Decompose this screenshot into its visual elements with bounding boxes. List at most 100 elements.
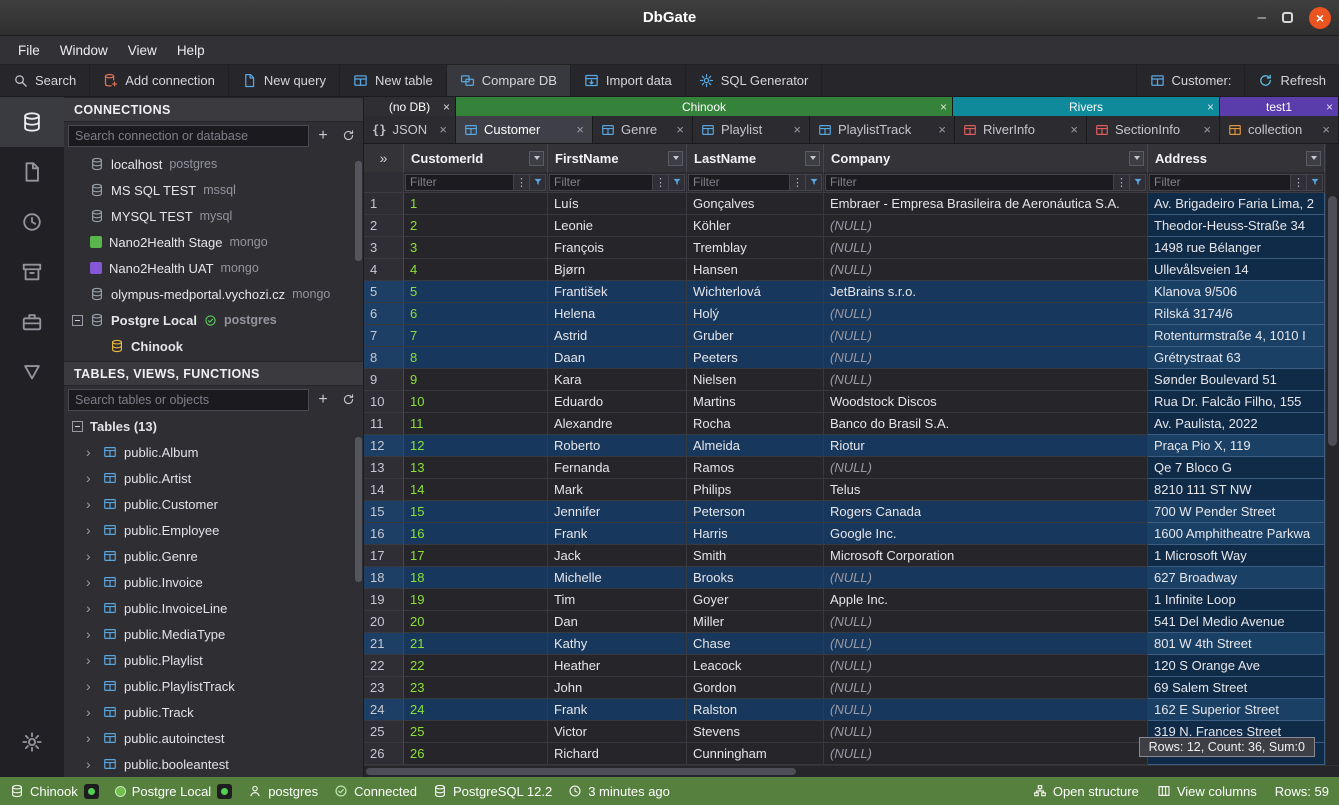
cell-customerid[interactable]: 7 (404, 325, 548, 347)
activity-history-icon[interactable] (0, 197, 64, 247)
menu-window[interactable]: Window (50, 40, 118, 61)
cell-customerid[interactable]: 17 (404, 545, 548, 567)
table-row[interactable]: 2323JohnGordon(NULL)69 Salem Street (364, 677, 1325, 699)
status-postgresql-12-2[interactable]: PostgreSQL 12.2 (433, 784, 552, 799)
cell-firstname[interactable]: Fernanda (548, 457, 687, 479)
cell-company[interactable]: (NULL) (824, 259, 1148, 281)
maximize-button[interactable] (1282, 12, 1293, 23)
toolbar-new-table-button[interactable]: New table (340, 65, 447, 96)
cell-firstname[interactable]: Jennifer (548, 501, 687, 523)
table-row[interactable]: 33FrançoisTremblay(NULL)1498 rue Bélange… (364, 237, 1325, 259)
cell-address[interactable]: Grétrystraat 63 (1148, 347, 1325, 369)
close-icon[interactable]: × (672, 122, 684, 137)
activity-archive-icon[interactable] (0, 247, 64, 297)
row-number[interactable]: 12 (364, 435, 404, 457)
tab-customer[interactable]: Customer× (456, 116, 593, 143)
cell-lastname[interactable]: Peterson (687, 501, 824, 523)
tables-scrollbar[interactable] (355, 437, 362, 582)
activity-gear-icon[interactable] (0, 717, 64, 767)
table-item-public-customer[interactable]: ›public.Customer (64, 491, 363, 517)
row-number[interactable]: 8 (364, 347, 404, 369)
cell-company[interactable]: (NULL) (824, 743, 1148, 765)
activity-database-icon[interactable] (0, 97, 64, 147)
row-number[interactable]: 23 (364, 677, 404, 699)
cell-firstname[interactable]: François (548, 237, 687, 259)
cell-address[interactable]: Qe 7 Bloco G (1148, 457, 1325, 479)
cell-company[interactable]: (NULL) (824, 237, 1148, 259)
row-number[interactable]: 26 (364, 743, 404, 765)
toolbar-search-button[interactable]: Search (0, 65, 90, 96)
connection-item-olympus-medportal-vychozi-cz[interactable]: olympus-medportal.vychozi.czmongo (64, 281, 363, 307)
table-row[interactable]: 66HelenaHolý(NULL)Rilská 3174/6 (364, 303, 1325, 325)
table-row[interactable]: 44BjørnHansen(NULL)Ullevålsveien 14 (364, 259, 1325, 281)
close-button[interactable]: × (1309, 7, 1331, 29)
row-number[interactable]: 10 (364, 391, 404, 413)
column-header-lastname[interactable]: LastName (687, 144, 824, 172)
cell-address[interactable]: 700 W Pender Street (1148, 501, 1325, 523)
menu-view[interactable]: View (118, 40, 167, 61)
table-item-public-playlisttrack[interactable]: ›public.PlaylistTrack (64, 673, 363, 699)
cell-firstname[interactable]: Eduardo (548, 391, 687, 413)
chevron-right-icon[interactable]: › (86, 444, 96, 460)
cell-company[interactable]: Microsoft Corporation (824, 545, 1148, 567)
cell-company[interactable]: Telus (824, 479, 1148, 501)
cell-firstname[interactable]: Victor (548, 721, 687, 743)
table-row[interactable]: 99KaraNielsen(NULL)Sønder Boulevard 51 (364, 369, 1325, 391)
cell-company[interactable]: (NULL) (824, 721, 1148, 743)
cell-customerid[interactable]: 2 (404, 215, 548, 237)
row-number[interactable]: 7 (364, 325, 404, 347)
cell-customerid[interactable]: 26 (404, 743, 548, 765)
close-icon[interactable]: × (789, 122, 801, 137)
filter-funnel-icon[interactable] (806, 174, 822, 191)
cell-company[interactable]: (NULL) (824, 655, 1148, 677)
table-row[interactable]: 1414MarkPhilipsTelus8210 111 ST NW (364, 479, 1325, 501)
cell-address[interactable]: Ullevålsveien 14 (1148, 259, 1325, 281)
cell-company[interactable]: (NULL) (824, 633, 1148, 655)
toolbar-add-connection-button[interactable]: Add connection (90, 65, 229, 96)
cell-lastname[interactable]: Köhler (687, 215, 824, 237)
cell-company[interactable]: (NULL) (824, 699, 1148, 721)
cell-firstname[interactable]: John (548, 677, 687, 699)
cell-lastname[interactable]: Holý (687, 303, 824, 325)
cell-customerid[interactable]: 19 (404, 589, 548, 611)
status-rows-59[interactable]: Rows: 59 (1275, 784, 1329, 799)
column-header-customerid[interactable]: CustomerId (404, 144, 548, 172)
cell-company[interactable]: (NULL) (824, 369, 1148, 391)
chevron-right-icon[interactable]: › (86, 626, 96, 642)
cell-lastname[interactable]: Nielsen (687, 369, 824, 391)
cell-customerid[interactable]: 25 (404, 721, 548, 743)
table-item-public-employee[interactable]: ›public.Employee (64, 517, 363, 543)
row-number[interactable]: 21 (364, 633, 404, 655)
cell-company[interactable]: (NULL) (824, 325, 1148, 347)
table-row[interactable]: 1919TimGoyerApple Inc.1 Infinite Loop (364, 589, 1325, 611)
row-number[interactable]: 20 (364, 611, 404, 633)
cell-lastname[interactable]: Cunningham (687, 743, 824, 765)
column-dropdown-icon[interactable] (805, 151, 820, 166)
connection-item-localhost[interactable]: localhostpostgres (64, 151, 363, 177)
cell-company[interactable]: Rogers Canada (824, 501, 1148, 523)
horizontal-scrollbar-handle[interactable] (366, 768, 796, 775)
cell-customerid[interactable]: 22 (404, 655, 548, 677)
cell-address[interactable]: 1 Microsoft Way (1148, 545, 1325, 567)
column-dropdown-icon[interactable] (1306, 151, 1321, 166)
row-number[interactable]: 3 (364, 237, 404, 259)
row-number[interactable]: 9 (364, 369, 404, 391)
table-item-public-album[interactable]: ›public.Album (64, 439, 363, 465)
filter-input-firstname[interactable] (549, 174, 653, 191)
column-dropdown-icon[interactable] (668, 151, 683, 166)
cell-customerid[interactable]: 13 (404, 457, 548, 479)
db-tab-rivers[interactable]: Rivers× (953, 97, 1220, 116)
table-row[interactable]: 2222HeatherLeacock(NULL)120 S Orange Ave (364, 655, 1325, 677)
cell-address[interactable]: 801 W 4th Street (1148, 633, 1325, 655)
chevron-right-icon[interactable]: › (86, 678, 96, 694)
cell-firstname[interactable]: František (548, 281, 687, 303)
connection-item-ms-sql-test[interactable]: MS SQL TESTmssql (64, 177, 363, 203)
table-row[interactable]: 55FrantišekWichterlováJetBrains s.r.o.Kl… (364, 281, 1325, 303)
toolbar-refresh-button[interactable]: Refresh (1244, 65, 1339, 96)
collapse-icon[interactable] (72, 315, 83, 326)
chevron-right-icon[interactable]: › (86, 730, 96, 746)
cell-company[interactable]: (NULL) (824, 457, 1148, 479)
cell-lastname[interactable]: Peeters (687, 347, 824, 369)
cell-firstname[interactable]: Alexandre (548, 413, 687, 435)
table-row[interactable]: 1818MichelleBrooks(NULL)627 Broadway (364, 567, 1325, 589)
